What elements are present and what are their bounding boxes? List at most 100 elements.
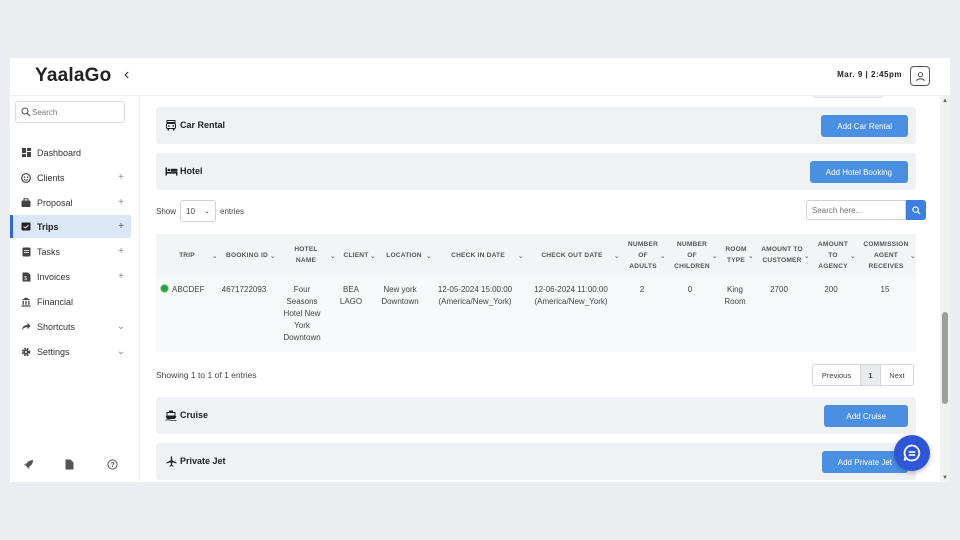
shortcut-icon — [21, 322, 31, 332]
column-header-amount-agency[interactable]: AMOUNT TO AGENCY ⌄ — [810, 234, 856, 276]
column-header-location[interactable]: LOCATION ⌄ — [376, 234, 432, 276]
chevron-down-icon[interactable]: ⌄ — [115, 346, 127, 357]
previous-page-button[interactable]: Previous — [813, 365, 861, 385]
document-icon[interactable] — [63, 458, 75, 470]
add-cruise-button[interactable]: Add Cruise — [824, 405, 908, 427]
cell-amount-customer: 2700 — [770, 285, 788, 294]
column-header-check-out-date[interactable]: CHECK OUT DATE ⌄ — [524, 234, 620, 276]
cell-trip: ABCDEF — [172, 285, 205, 294]
column-header-hotel-name[interactable]: HOTEL NAME ⌄ — [276, 234, 336, 276]
cell-client: BEA LAGO — [339, 285, 363, 306]
cell-booking-id: 4671722093 — [221, 285, 267, 294]
sidebar-search-input[interactable] — [32, 104, 120, 120]
search-icon — [21, 107, 31, 117]
next-page-button[interactable]: Next — [881, 365, 913, 385]
sidebar-item-dashboard[interactable]: Dashboard — [10, 141, 131, 164]
car-rental-section: Car Rental Add Car Rental — [156, 107, 916, 144]
chat-support-button[interactable] — [894, 435, 930, 471]
column-label: AMOUNT TO CUSTOMER — [761, 246, 803, 264]
add-car-rental-button[interactable]: Add Car Rental — [821, 115, 908, 137]
column-header-children[interactable]: NUMBER OF CHILDREN ⌄ — [666, 234, 718, 276]
user-profile-button[interactable] — [910, 66, 930, 86]
sidebar-item-label: Settings — [37, 346, 70, 357]
column-label: ROOM TYPE — [725, 246, 747, 264]
gear-icon — [21, 347, 31, 357]
sidebar-item-label: Trips — [37, 221, 59, 232]
column-header-room-type[interactable]: ROOM TYPE ⌄ — [718, 234, 754, 276]
chevron-down-icon: ⌄ — [204, 208, 211, 215]
car-icon — [164, 119, 178, 131]
column-header-check-in-date[interactable]: CHECK IN DATE ⌄ — [432, 234, 524, 276]
help-icon[interactable]: ? — [106, 458, 118, 470]
column-header-trip[interactable]: TRIP ⌄ — [156, 234, 218, 276]
invoices-icon: $ — [21, 272, 31, 282]
sidebar-item-label: Clients — [37, 172, 65, 183]
column-header-amount-customer[interactable]: AMOUNT TO CUSTOMER ⌄ — [754, 234, 810, 276]
add-icon[interactable]: + — [115, 246, 127, 257]
chat-icon — [903, 444, 921, 462]
rocket-icon[interactable] — [22, 458, 34, 470]
entries-select[interactable]: 10 ⌄ — [180, 200, 217, 222]
page-1-button[interactable]: 1 — [861, 365, 881, 385]
sidebar-item-invoices[interactable]: $ Invoices + — [10, 265, 131, 288]
column-header-adults[interactable]: NUMBER OF ADULTS ⌄ — [620, 234, 666, 276]
main-content: Car Rental Add Car Rental Hotel Add Hote… — [140, 96, 940, 482]
column-label: CLIENT — [343, 251, 369, 259]
column-label: CHECK IN DATE — [451, 251, 505, 259]
table-row[interactable]: ABCDEF 4671722093 Four Seasons Hotel New… — [156, 276, 916, 352]
sidebar-item-shortcuts[interactable]: Shortcuts ⌄ — [10, 315, 131, 338]
table-search-button[interactable] — [906, 200, 926, 220]
app-logo: YaalaGo — [35, 65, 112, 86]
sidebar-item-tasks[interactable]: Tasks + — [10, 240, 131, 263]
scrollbar-thumb[interactable] — [942, 312, 948, 404]
sidebar-item-financial[interactable]: Financial — [10, 290, 131, 313]
sidebar-item-clients[interactable]: Clients + — [10, 166, 131, 189]
table-info: Showing 1 to 1 of 1 entries — [156, 370, 257, 380]
sidebar-item-label: Dashboard — [37, 147, 82, 158]
search-icon — [911, 205, 921, 215]
add-icon[interactable]: + — [115, 197, 127, 208]
column-label: AMOUNT TO AGENCY — [817, 240, 849, 270]
column-label: BOOKING ID — [226, 251, 268, 259]
collapse-sidebar-button[interactable]: ‹ — [124, 67, 129, 83]
column-label: TRIP — [179, 251, 195, 259]
main-scrollbar[interactable]: ▲ ▼ — [940, 96, 950, 482]
section-title: Private Jet — [180, 456, 226, 466]
sidebar-item-trips[interactable]: Trips + — [10, 215, 131, 238]
svg-text:?: ? — [110, 462, 114, 469]
partial-frame-edge — [812, 96, 884, 98]
chevron-down-icon[interactable]: ⌄ — [115, 321, 127, 332]
tasks-icon — [21, 247, 31, 257]
add-icon[interactable]: + — [115, 172, 127, 183]
sort-chevron-icon: ⌄ — [909, 253, 916, 260]
bed-icon — [164, 165, 178, 177]
sidebar-item-label: Tasks — [37, 246, 61, 257]
top-bar: YaalaGo ‹ Mar. 9 | 2:45pm — [10, 58, 950, 96]
scroll-down-icon[interactable]: ▼ — [942, 475, 948, 481]
add-icon[interactable]: + — [115, 221, 127, 232]
table-search-input[interactable] — [806, 200, 906, 220]
column-header-booking-id[interactable]: BOOKING ID ⌄ — [218, 234, 276, 276]
cell-location: New york Downtown — [381, 285, 419, 306]
add-icon[interactable]: + — [115, 271, 127, 282]
column-label: LOCATION — [386, 251, 422, 259]
sidebar-item-proposal[interactable]: Proposal + — [10, 191, 131, 214]
cell-check-out: 12-06-2024 11:00:00 (America/New_York) — [534, 285, 608, 306]
airplane-icon — [164, 455, 178, 467]
cell-amount-agency: 200 — [824, 285, 838, 294]
entries-label: entries — [220, 206, 245, 216]
column-label: HOTEL NAME — [294, 246, 318, 264]
add-hotel-booking-button[interactable]: Add Hotel Booking — [809, 161, 908, 183]
column-label: NUMBER OF CHILDREN — [674, 240, 710, 270]
column-label: CHECK OUT DATE — [541, 251, 603, 259]
user-icon — [915, 71, 925, 81]
column-header-client[interactable]: CLIENT ⌄ — [336, 234, 376, 276]
hotel-section: Hotel Add Hotel Booking — [156, 153, 916, 190]
table-header: TRIP ⌄ BOOKING ID ⌄ HOTEL NAME ⌄ CLIENT ⌄ LO… — [156, 234, 916, 276]
sidebar-item-settings[interactable]: Settings ⌄ — [10, 340, 131, 363]
section-title: Cruise — [180, 410, 209, 420]
cell-room-type: King Room — [724, 285, 746, 306]
column-header-commission[interactable]: COMMISSION AGENT RECEIVES ⌄ — [856, 234, 916, 276]
scroll-up-icon[interactable]: ▲ — [942, 98, 948, 104]
bank-icon — [21, 297, 31, 307]
